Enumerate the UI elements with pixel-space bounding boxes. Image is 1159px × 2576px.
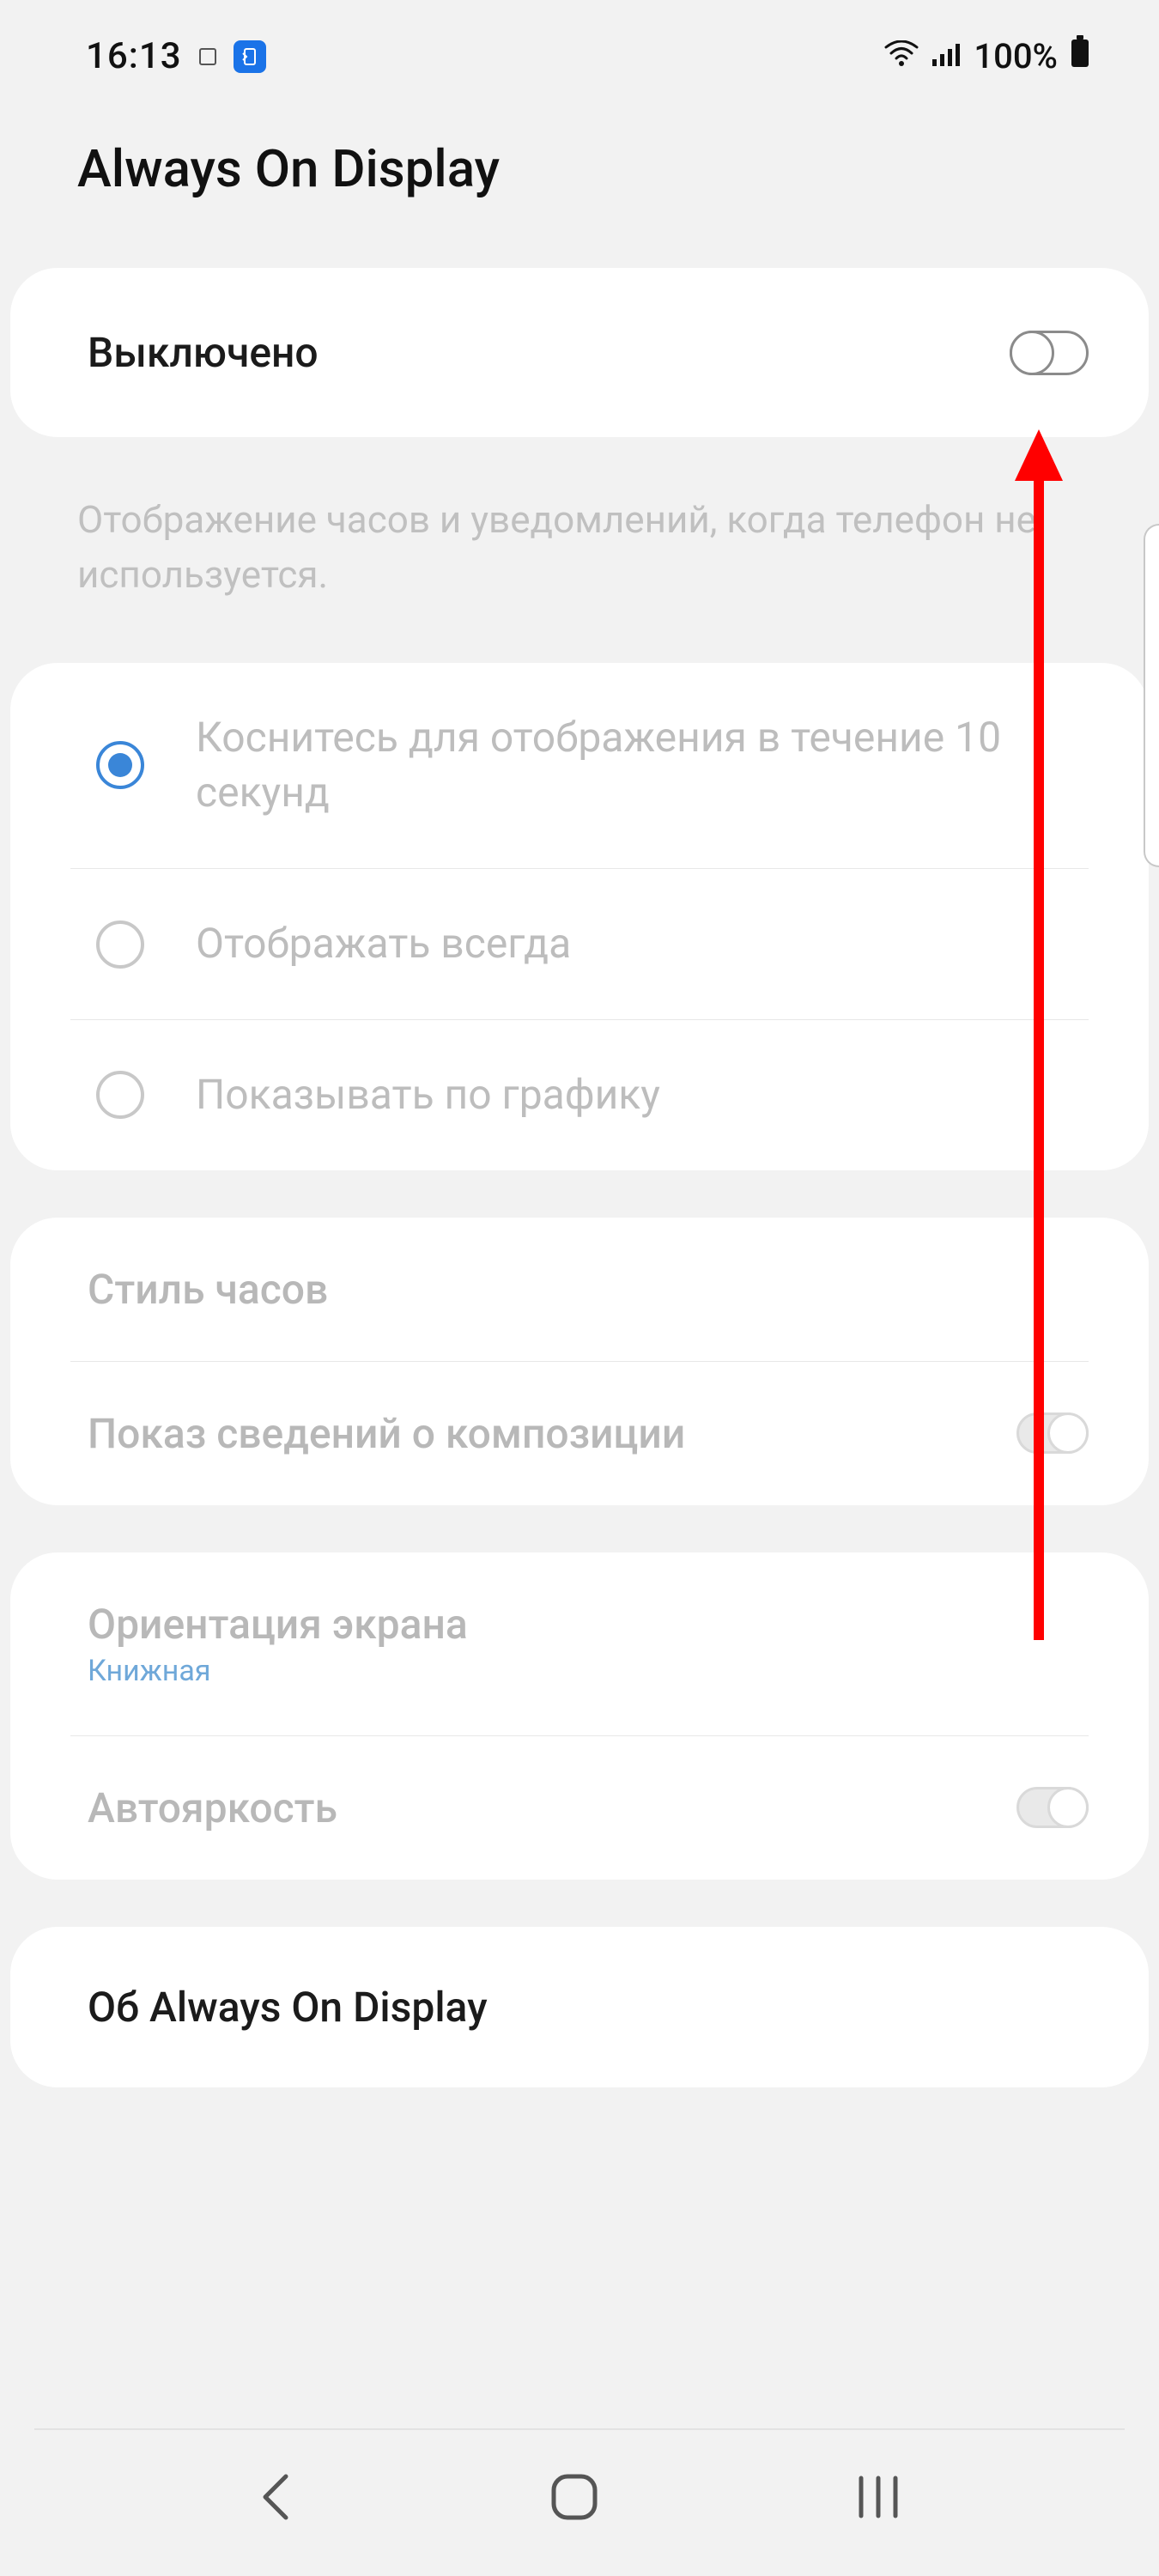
display-mode-label: Показывать по графику [196,1067,660,1123]
radio-icon [96,920,144,969]
music-info-toggle[interactable] [1016,1413,1089,1454]
orientation-value: Книжная [88,1654,1089,1688]
auto-brightness-row[interactable]: Автояркость [70,1735,1089,1880]
about-row[interactable]: Об Always On Display [10,1927,1149,2087]
music-info-label: Показ сведений о композиции [88,1409,1016,1458]
about-label: Об Always On Display [88,1983,1089,2032]
master-toggle-row[interactable]: Выключено [10,268,1149,437]
display-mode-card: Коснитесь для отображения в течение 10 с… [10,663,1149,1170]
radio-icon [96,1071,144,1119]
display-mode-option-2[interactable]: Показывать по графику [70,1019,1089,1170]
scroll-handle[interactable] [1144,524,1159,867]
orientation-card: Ориентация экрана Книжная Автояркость [10,1552,1149,1880]
clock-style-row[interactable]: Стиль часов [10,1218,1149,1361]
status-bar: 16:13 100% [0,0,1159,95]
nav-home-button[interactable] [549,2471,600,2526]
display-mode-option-1[interactable]: Отображать всегда [70,868,1089,1019]
clock-style-card: Стиль часов Показ сведений о композиции [10,1218,1149,1505]
master-toggle-switch[interactable] [1010,331,1089,375]
divider [34,2428,1125,2430]
display-mode-label: Отображать всегда [196,916,571,972]
orientation-label: Ориентация экрана [88,1600,1089,1649]
master-toggle-label: Выключено [88,328,1010,377]
master-toggle-card: Выключено [10,268,1149,437]
orientation-row[interactable]: Ориентация экрана Книжная [10,1552,1149,1735]
auto-brightness-label: Автояркость [88,1783,1016,1832]
status-mini-icon [199,48,216,65]
status-time: 16:13 [86,35,182,77]
signal-icon [931,35,962,77]
nav-back-button[interactable] [255,2470,296,2528]
auto-brightness-toggle[interactable] [1016,1787,1089,1828]
nav-recents-button[interactable] [853,2473,904,2524]
display-mode-label: Коснитесь для отображения в течение 10 с… [196,710,1089,822]
navigation-bar [0,2447,1159,2576]
display-mode-option-0[interactable]: Коснитесь для отображения в течение 10 с… [10,663,1149,869]
about-card: Об Always On Display [10,1927,1149,2087]
status-app-icon [234,40,266,73]
battery-text: 100% [974,36,1058,76]
clock-style-label: Стиль часов [88,1265,1089,1314]
radio-icon [96,741,144,789]
music-info-row[interactable]: Показ сведений о композиции [70,1361,1089,1505]
battery-icon [1070,34,1090,78]
wifi-icon [884,35,919,77]
page-title: Always On Display [0,95,1159,268]
section-description: Отображение часов и уведомлений, когда т… [0,484,1159,663]
